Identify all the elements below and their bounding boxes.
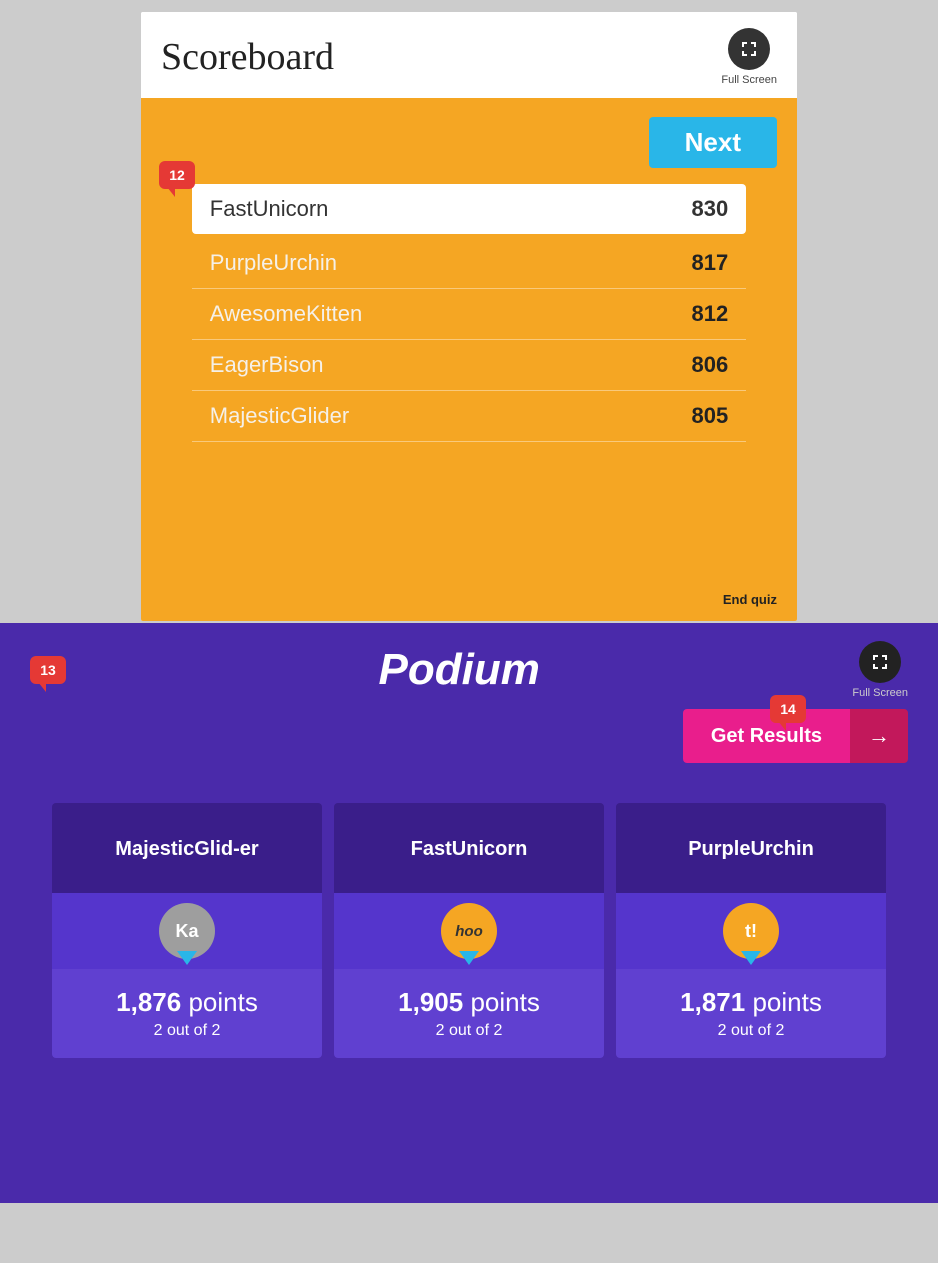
fullscreen-icon-top xyxy=(728,28,770,70)
podium-avatar-row: hoo xyxy=(334,893,604,969)
player-score: 812 xyxy=(691,301,728,327)
podium-panel: 13 Podium Full Screen 14 Get Results → M… xyxy=(0,623,938,1203)
podium-avatar-row: t! xyxy=(616,893,886,969)
player-name: FastUnicorn xyxy=(210,196,329,222)
podium-avatar-row: Ka xyxy=(52,893,322,969)
podium-out-of: 2 out of 2 xyxy=(62,1022,312,1040)
table-row: FastUnicorn 830 xyxy=(192,184,746,234)
fullscreen-label-top: Full Screen xyxy=(721,74,777,86)
player-score: 817 xyxy=(691,250,728,276)
badge-13: 13 xyxy=(30,656,66,684)
get-results-button[interactable]: Get Results xyxy=(683,709,850,763)
podium-points: 1,876 points xyxy=(62,987,312,1018)
podium-card-3rd: PurpleUrchin t! 1,871 points 2 out of 2 xyxy=(616,803,886,1058)
podium-points: 1,905 points xyxy=(344,987,594,1018)
table-row: PurpleUrchin 817 xyxy=(192,238,746,289)
podium-out-of: 2 out of 2 xyxy=(344,1022,594,1040)
podium-score-box: 1,876 points 2 out of 2 xyxy=(52,969,322,1058)
table-row: MajesticGlider 805 xyxy=(192,391,746,442)
podium-player-name: MajesticGlid-er xyxy=(52,803,322,893)
player-name: AwesomeKitten xyxy=(210,301,362,327)
scoreboard-body: Next 12 FastUnicorn 830 PurpleUrchin 817… xyxy=(141,101,797,621)
avatar: hoo xyxy=(441,903,497,959)
player-name: EagerBison xyxy=(210,352,324,378)
podium-player-name: PurpleUrchin xyxy=(616,803,886,893)
player-score: 805 xyxy=(691,403,728,429)
get-results-row: 14 Get Results → xyxy=(20,709,918,783)
table-row: EagerBison 806 xyxy=(192,340,746,391)
avatar-text: Ka xyxy=(175,921,198,942)
medal-icon xyxy=(459,951,479,965)
medal-icon xyxy=(177,951,197,965)
next-button-wrap: Next xyxy=(161,117,777,168)
podium-out-of: 2 out of 2 xyxy=(626,1022,876,1040)
podium-score-box: 1,905 points 2 out of 2 xyxy=(334,969,604,1058)
score-table: FastUnicorn 830 PurpleUrchin 817 Awesome… xyxy=(192,184,746,442)
get-results-arrow-button[interactable]: → xyxy=(850,709,908,763)
table-row: AwesomeKitten 812 xyxy=(192,289,746,340)
badge-12: 12 xyxy=(159,161,195,189)
avatar-text: hoo xyxy=(455,923,483,940)
next-button[interactable]: Next xyxy=(649,117,777,168)
fullscreen-button-podium[interactable]: Full Screen xyxy=(852,641,908,699)
podium-title: Podium xyxy=(66,645,852,695)
fullscreen-icon-podium xyxy=(859,641,901,683)
arrow-right-icon: → xyxy=(868,723,890,749)
end-quiz-link[interactable]: End quiz xyxy=(723,592,777,607)
podium-points: 1,871 points xyxy=(626,987,876,1018)
podium-card-1st: FastUnicorn hoo 1,905 points 2 out of 2 xyxy=(334,803,604,1058)
scoreboard-header: Scoreboard Full Screen xyxy=(141,12,797,101)
scoreboard-title: Scoreboard xyxy=(161,35,334,79)
fullscreen-button-top[interactable]: Full Screen xyxy=(721,28,777,86)
avatar: Ka xyxy=(159,903,215,959)
player-score: 830 xyxy=(691,196,728,222)
scoreboard-panel: Scoreboard Full Screen Next 12 FastUnico… xyxy=(139,10,799,623)
podium-player-name: FastUnicorn xyxy=(334,803,604,893)
podium-cards: MajesticGlid-er Ka 1,876 points 2 out of… xyxy=(20,783,918,1058)
avatar-text: t! xyxy=(745,921,757,942)
badge-14: 14 xyxy=(770,695,806,723)
player-name: PurpleUrchin xyxy=(210,250,337,276)
medal-icon xyxy=(741,951,761,965)
player-score: 806 xyxy=(691,352,728,378)
podium-score-box: 1,871 points 2 out of 2 xyxy=(616,969,886,1058)
podium-card-2nd: MajesticGlid-er Ka 1,876 points 2 out of… xyxy=(52,803,322,1058)
fullscreen-label-podium: Full Screen xyxy=(852,687,908,699)
player-name: MajesticGlider xyxy=(210,403,349,429)
avatar: t! xyxy=(723,903,779,959)
